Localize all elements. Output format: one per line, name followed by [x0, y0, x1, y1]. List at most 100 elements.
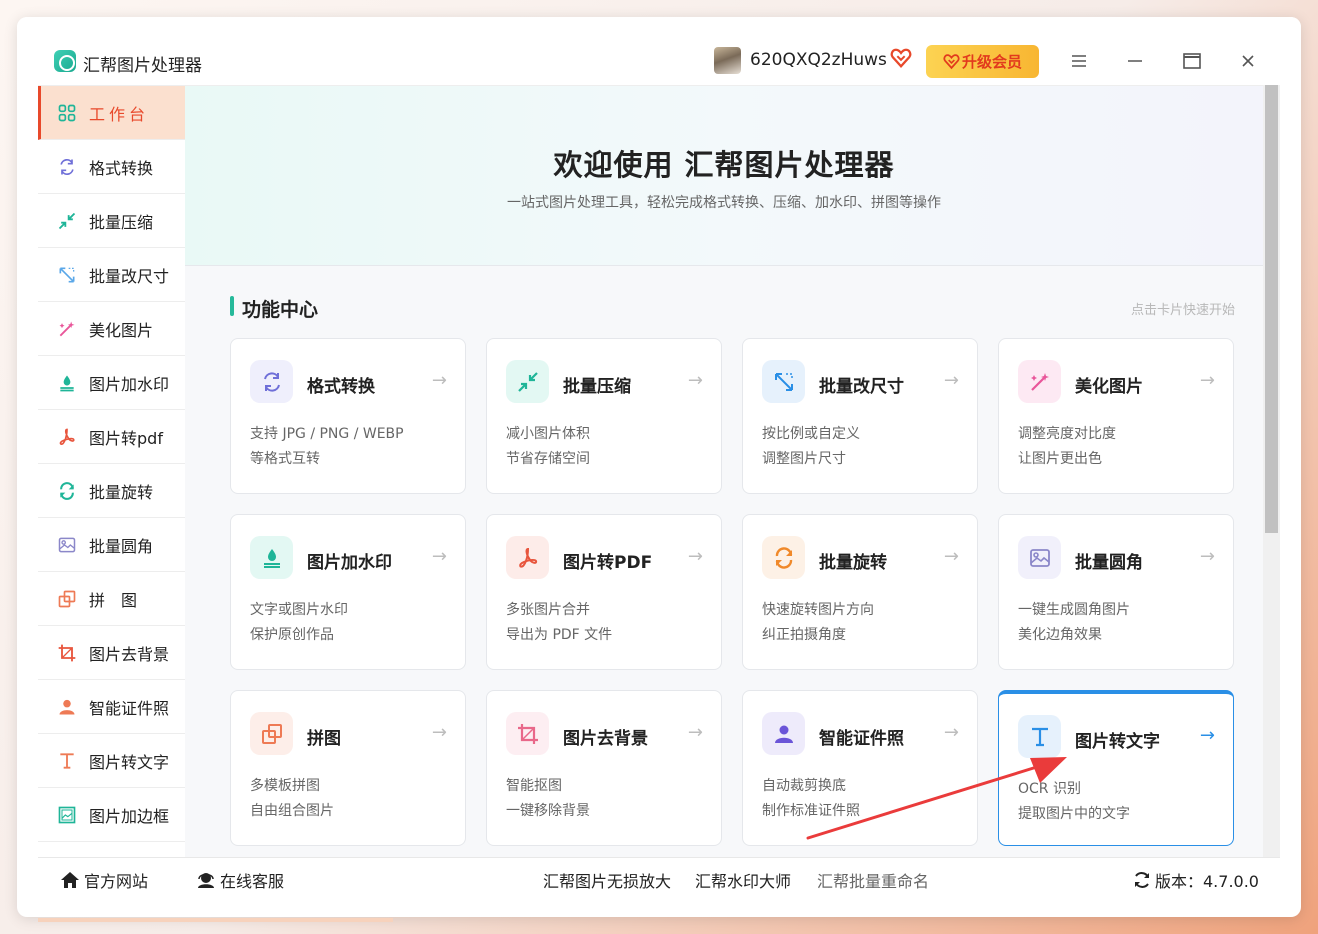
card-desc-line2: 纠正拍摄角度 — [762, 627, 846, 643]
feature-card[interactable]: 批量压缩 → 减小图片体积 节省存储空间 — [486, 338, 722, 494]
bottom-accent — [38, 918, 393, 922]
sidebar-item-6[interactable]: 图片转pdf — [38, 410, 185, 464]
magic-wand-icon — [56, 318, 78, 340]
frame-icon — [56, 804, 78, 826]
pdf-icon — [506, 536, 549, 579]
sidebar-item-3[interactable]: 批量改尺寸 — [38, 248, 185, 302]
card-title: 拼图 — [307, 729, 341, 749]
card-title: 图片转文字 — [1075, 732, 1160, 752]
card-title: 批量旋转 — [819, 553, 887, 573]
home-icon — [61, 872, 79, 888]
arrow-right-icon: → — [431, 546, 447, 567]
text-icon — [56, 750, 78, 772]
watermark-icon — [250, 536, 293, 579]
card-desc-line1: 自动裁剪换底 — [762, 778, 846, 794]
convert-icon — [56, 156, 78, 178]
arrow-right-icon: → — [687, 546, 703, 567]
arrow-right-icon: → — [1199, 370, 1215, 391]
feature-card[interactable]: 美化图片 → 调整亮度对比度 让图片更出色 — [998, 338, 1234, 494]
rotate-icon — [762, 536, 805, 579]
arrow-right-icon: → — [1199, 725, 1215, 746]
sidebar-item-label: 图片转pdf — [89, 428, 163, 448]
sidebar-item-label: 美化图片 — [89, 320, 154, 340]
official-site-link[interactable]: 官方网站 — [60, 868, 148, 892]
person-icon — [762, 712, 805, 755]
sidebar: 工作台格式转换批量压缩 批量改尺寸美化图片图片加水印图片转pdf 批量旋转 批量圆角拼… — [38, 85, 185, 857]
sidebar-item-8[interactable]: 批量圆角 — [38, 518, 185, 572]
feature-card[interactable]: 图片转PDF → 多张图片合并 导出为 PDF 文件 — [486, 514, 722, 670]
feature-card[interactable]: 图片转文字 → OCR 识别 提取图片中的文字 — [998, 690, 1234, 846]
card-desc-line1: 支持 JPG / PNG / WEBP — [250, 426, 404, 442]
person-icon — [56, 696, 78, 718]
support-link[interactable]: 在线客服 — [196, 868, 284, 892]
card-desc-line1: 一键生成圆角图片 — [1018, 602, 1130, 618]
resize-icon — [762, 360, 805, 403]
sidebar-item-11[interactable]: 智能证件照 — [38, 680, 185, 734]
sidebar-item-9[interactable]: 拼 图 — [38, 572, 185, 626]
sidebar-item-label: 格式转换 — [89, 158, 154, 178]
feature-card[interactable]: 图片加水印 → 文字或图片水印 保护原创作品 — [230, 514, 466, 670]
sidebar-item-label: 工作台 — [89, 104, 150, 124]
sidebar-item-7[interactable]: 批量旋转 — [38, 464, 185, 518]
card-title: 图片转PDF — [563, 553, 653, 573]
version-label: 版本：4.7.0.0 — [1155, 872, 1259, 891]
card-desc-line1: 多张图片合并 — [506, 602, 590, 618]
crop-icon — [506, 712, 549, 755]
arrow-right-icon: → — [1199, 546, 1215, 567]
user-avatar[interactable] — [714, 47, 741, 74]
text-icon — [1018, 715, 1061, 758]
version-info[interactable]: 版本：4.7.0.0 — [1133, 868, 1259, 892]
sidebar-item-10[interactable]: 图片去背景 — [38, 626, 185, 680]
app-logo-icon — [54, 50, 76, 72]
username[interactable]: 620QXQ2zHuws — [750, 50, 887, 70]
feature-card[interactable]: 批量旋转 → 快速旋转图片方向 纠正拍摄角度 — [742, 514, 978, 670]
upgrade-vip-button[interactable]: 升级会员 — [926, 45, 1039, 78]
sidebar-item-12[interactable]: 图片转文字 — [38, 734, 185, 788]
welcome-subtitle: 一站式图片处理工具，轻松完成格式转换、压缩、加水印、拼图等操作 — [507, 195, 941, 211]
sidebar-item-0[interactable]: 工作台 — [38, 86, 185, 140]
menu-icon[interactable] — [1064, 47, 1094, 75]
sidebar-item-label: 图片加边框 — [89, 806, 170, 826]
card-desc-line1: 调整亮度对比度 — [1018, 426, 1116, 442]
feature-card[interactable]: 智能证件照 → 自动裁剪换底 制作标准证件照 — [742, 690, 978, 846]
scrollbar[interactable] — [1263, 85, 1280, 857]
card-desc-line1: 按比例或自定义 — [762, 426, 860, 442]
maximize-icon[interactable] — [1177, 47, 1207, 75]
sidebar-item-5[interactable]: 图片加水印 — [38, 356, 185, 410]
feature-card[interactable]: 图片去背景 → 智能抠图 一键移除背景 — [486, 690, 722, 846]
app-title: 汇帮图片处理器 — [83, 56, 202, 76]
scrollbar-thumb[interactable] — [1265, 85, 1278, 533]
card-title: 批量圆角 — [1075, 553, 1143, 573]
card-desc-line2: 自由组合图片 — [250, 803, 334, 819]
vip-heart-icon — [890, 48, 912, 68]
feature-card[interactable]: 格式转换 → 支持 JPG / PNG / WEBP 等格式互转 — [230, 338, 466, 494]
arrow-right-icon: → — [943, 722, 959, 743]
card-desc-line2: 一键移除背景 — [506, 803, 590, 819]
card-title: 格式转换 — [307, 377, 375, 397]
sidebar-item-4[interactable]: 美化图片 — [38, 302, 185, 356]
puzzle-icon — [56, 588, 78, 610]
footer-link-rename[interactable]: 汇帮批量重命名 — [817, 868, 929, 892]
card-desc-line1: 智能抠图 — [506, 778, 562, 794]
card-title: 图片加水印 — [307, 553, 392, 573]
feature-card[interactable]: 拼图 → 多模板拼图 自由组合图片 — [230, 690, 466, 846]
welcome-title: 欢迎使用 汇帮图片处理器 — [553, 148, 895, 182]
feature-card[interactable]: 批量圆角 → 一键生成圆角图片 美化边角效果 — [998, 514, 1234, 670]
section-accent-bar — [230, 296, 234, 316]
card-desc-line2: 保护原创作品 — [250, 627, 334, 643]
sidebar-item-13[interactable]: 图片加边框 — [38, 788, 185, 842]
sidebar-item-1[interactable]: 格式转换 — [38, 140, 185, 194]
sidebar-item-label: 拼 图 — [89, 590, 138, 610]
feature-card[interactable]: 批量改尺寸 → 按比例或自定义 调整图片尺寸 — [742, 338, 978, 494]
close-icon[interactable] — [1233, 47, 1263, 75]
watermark-icon — [56, 372, 78, 394]
arrow-right-icon: → — [687, 722, 703, 743]
footer-link-upscale[interactable]: 汇帮图片无损放大 — [543, 868, 671, 892]
arrow-right-icon: → — [431, 370, 447, 391]
footer-link-watermark[interactable]: 汇帮水印大师 — [695, 868, 791, 892]
sidebar-item-2[interactable]: 批量压缩 — [38, 194, 185, 248]
card-desc-line1: 快速旋转图片方向 — [762, 602, 874, 618]
minimize-icon[interactable] — [1120, 47, 1150, 75]
pdf-icon — [56, 426, 78, 448]
image-icon — [1018, 536, 1061, 579]
